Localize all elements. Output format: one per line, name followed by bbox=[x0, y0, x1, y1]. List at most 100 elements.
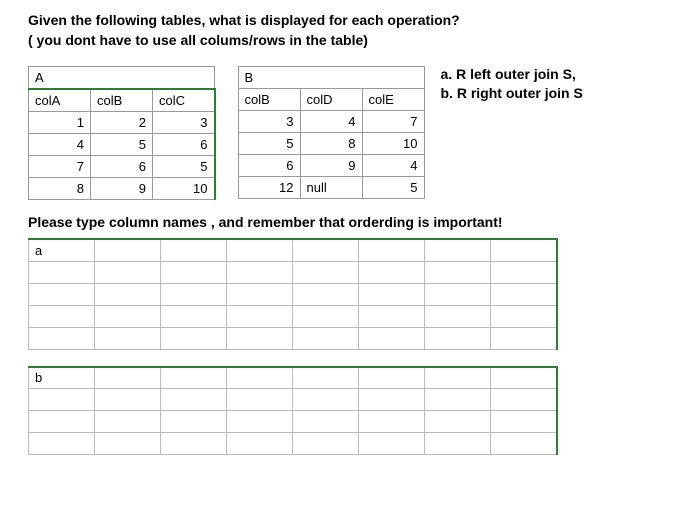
table-b-cell: 6 bbox=[238, 155, 300, 177]
table-a-header-0: colA bbox=[29, 89, 91, 112]
answer-cell[interactable] bbox=[95, 239, 161, 261]
answer-cell[interactable] bbox=[227, 305, 293, 327]
answer-cell[interactable] bbox=[293, 367, 359, 389]
answer-cell[interactable] bbox=[29, 283, 95, 305]
answer-cell[interactable] bbox=[293, 305, 359, 327]
answer-cell[interactable] bbox=[491, 411, 557, 433]
table-b-cell: 8 bbox=[300, 133, 362, 155]
table-b-cell: 4 bbox=[300, 111, 362, 133]
answer-cell[interactable] bbox=[29, 327, 95, 349]
answer-cell[interactable] bbox=[227, 389, 293, 411]
table-a-cell: 3 bbox=[153, 112, 215, 134]
answer-cell[interactable] bbox=[95, 261, 161, 283]
answer-cell[interactable] bbox=[161, 305, 227, 327]
answer-cell[interactable] bbox=[293, 411, 359, 433]
answer-cell[interactable] bbox=[161, 261, 227, 283]
answer-cell[interactable] bbox=[491, 239, 557, 261]
answer-cell[interactable] bbox=[293, 327, 359, 349]
answer-cell[interactable] bbox=[95, 433, 161, 455]
legend: a. R left outer join S, b. R right outer… bbox=[441, 66, 583, 104]
answer-cell[interactable] bbox=[425, 327, 491, 349]
answer-cell[interactable] bbox=[425, 239, 491, 261]
answer-cell[interactable] bbox=[161, 433, 227, 455]
answer-cell[interactable] bbox=[491, 283, 557, 305]
answer-cell[interactable] bbox=[491, 305, 557, 327]
answer-cell[interactable] bbox=[491, 261, 557, 283]
answer-cell[interactable] bbox=[161, 389, 227, 411]
table-a-cell: 1 bbox=[29, 112, 91, 134]
answer-cell[interactable] bbox=[425, 367, 491, 389]
answer-cell[interactable] bbox=[359, 283, 425, 305]
answer-cell[interactable] bbox=[95, 411, 161, 433]
answer-cell[interactable] bbox=[161, 367, 227, 389]
answer-cell[interactable] bbox=[227, 283, 293, 305]
answer-cell[interactable] bbox=[161, 327, 227, 349]
answer-cell[interactable] bbox=[227, 239, 293, 261]
answer-cell[interactable] bbox=[95, 327, 161, 349]
answer-cell[interactable] bbox=[95, 305, 161, 327]
answer-cell[interactable] bbox=[227, 261, 293, 283]
question-subtitle: ( you dont have to use all colums/rows i… bbox=[28, 32, 671, 48]
answer-cell[interactable] bbox=[29, 433, 95, 455]
table-a-cell: 7 bbox=[29, 156, 91, 178]
answer-cell[interactable] bbox=[227, 433, 293, 455]
answer-cell[interactable] bbox=[293, 433, 359, 455]
table-b-cell: 3 bbox=[238, 111, 300, 133]
answer-cell[interactable] bbox=[491, 389, 557, 411]
answer-table-a[interactable]: a bbox=[28, 238, 558, 350]
answer-cell[interactable] bbox=[425, 411, 491, 433]
table-b-header-1: colD bbox=[300, 89, 362, 111]
answer-cell[interactable] bbox=[293, 261, 359, 283]
table-b-cell: 12 bbox=[238, 177, 300, 199]
table-b-cell: 9 bbox=[300, 155, 362, 177]
question-title: Given the following tables, what is disp… bbox=[28, 12, 671, 28]
table-b-cell: 5 bbox=[238, 133, 300, 155]
answer-cell[interactable] bbox=[29, 261, 95, 283]
table-a-cell: 2 bbox=[91, 112, 153, 134]
table-a-header-2: colC bbox=[153, 89, 215, 112]
answer-cell[interactable] bbox=[359, 389, 425, 411]
answer-cell[interactable] bbox=[95, 389, 161, 411]
answer-cell[interactable] bbox=[161, 239, 227, 261]
table-b-cell: 7 bbox=[362, 111, 424, 133]
answer-cell[interactable] bbox=[293, 389, 359, 411]
table-b-cell: 5 bbox=[362, 177, 424, 199]
answer-cell[interactable] bbox=[227, 367, 293, 389]
table-a-header-1: colB bbox=[91, 89, 153, 112]
answer-cell[interactable] bbox=[359, 411, 425, 433]
answer-cell[interactable] bbox=[491, 327, 557, 349]
answer-cell[interactable] bbox=[425, 305, 491, 327]
answer-cell[interactable] bbox=[425, 283, 491, 305]
legend-b: b. R right outer join S bbox=[441, 85, 583, 101]
answer-cell[interactable] bbox=[227, 327, 293, 349]
answer-cell[interactable] bbox=[491, 367, 557, 389]
table-b-cell: 4 bbox=[362, 155, 424, 177]
answer-table-b[interactable]: b bbox=[28, 366, 558, 456]
table-a-cell: 5 bbox=[91, 134, 153, 156]
answer-cell[interactable] bbox=[29, 305, 95, 327]
answer-cell[interactable] bbox=[227, 411, 293, 433]
answer-b-label: b bbox=[29, 367, 95, 389]
answer-cell[interactable] bbox=[29, 389, 95, 411]
answer-cell[interactable] bbox=[29, 411, 95, 433]
answer-cell[interactable] bbox=[359, 239, 425, 261]
answer-cell[interactable] bbox=[425, 433, 491, 455]
answer-cell[interactable] bbox=[359, 327, 425, 349]
answer-cell[interactable] bbox=[95, 283, 161, 305]
answer-cell[interactable] bbox=[359, 261, 425, 283]
answer-cell[interactable] bbox=[491, 433, 557, 455]
table-b-name: B bbox=[238, 67, 424, 89]
answer-cell[interactable] bbox=[425, 261, 491, 283]
answer-cell[interactable] bbox=[359, 433, 425, 455]
table-a-cell: 6 bbox=[91, 156, 153, 178]
answer-cell[interactable] bbox=[161, 283, 227, 305]
answer-cell[interactable] bbox=[359, 305, 425, 327]
answer-cell[interactable] bbox=[95, 367, 161, 389]
answer-cell[interactable] bbox=[293, 283, 359, 305]
answer-cell[interactable] bbox=[359, 367, 425, 389]
answer-a-label: a bbox=[29, 239, 95, 261]
answer-cell[interactable] bbox=[293, 239, 359, 261]
table-a-cell: 9 bbox=[91, 178, 153, 200]
answer-cell[interactable] bbox=[425, 389, 491, 411]
answer-cell[interactable] bbox=[161, 411, 227, 433]
